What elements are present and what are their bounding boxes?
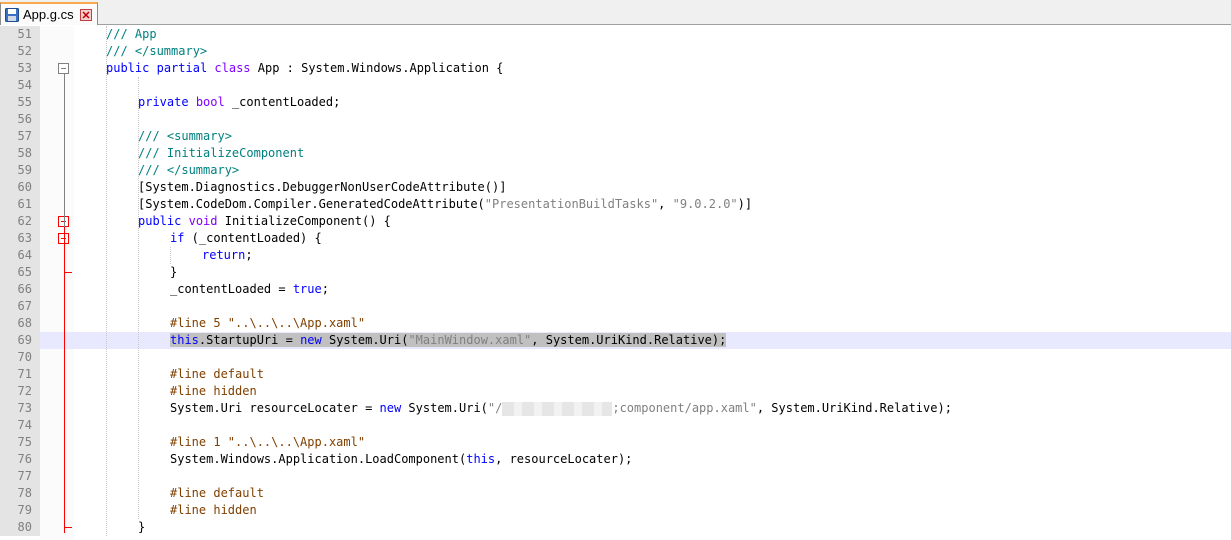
fold-end-marker <box>64 272 72 273</box>
line-number: 73 <box>0 400 40 417</box>
line-number: 76 <box>0 451 40 468</box>
code-text: #line default <box>170 486 264 500</box>
fold-toggle-icon[interactable] <box>58 63 69 74</box>
code-text: System.Uri resourceLocater = new System.… <box>170 401 952 416</box>
redacted-text <box>502 401 613 416</box>
code-line[interactable]: 56 <box>0 111 1231 128</box>
code-text: if (_contentLoaded) { <box>170 231 322 245</box>
code-text: /// </summary> <box>138 163 240 177</box>
tab-bar: App.g.cs <box>0 0 1231 25</box>
code-text: /// <summary> <box>138 129 232 143</box>
code-text: #line hidden <box>170 503 257 517</box>
line-number: 58 <box>0 145 40 162</box>
line-number: 62 <box>0 213 40 230</box>
code-line[interactable]: 70 <box>0 349 1231 366</box>
code-line[interactable]: 75 #line 1 "..\..\..\App.xaml" <box>0 434 1231 451</box>
code-line[interactable]: 80} <box>0 519 1231 536</box>
line-number: 65 <box>0 264 40 281</box>
line-number: 57 <box>0 128 40 145</box>
code-line[interactable]: 79 #line hidden <box>0 502 1231 519</box>
code-line[interactable]: 67 <box>0 298 1231 315</box>
code-line[interactable]: 51 /// App <box>0 26 1231 43</box>
code-text: /// </summary> <box>106 44 208 58</box>
line-number: 56 <box>0 111 40 128</box>
line-number: 74 <box>0 417 40 434</box>
selection: this.StartupUri = new System.Uri("MainWi… <box>170 333 727 347</box>
line-number: 59 <box>0 162 40 179</box>
line-number: 61 <box>0 196 40 213</box>
code-text: /// App <box>106 27 157 41</box>
code-line[interactable]: 69 this.StartupUri = new System.Uri("Main… <box>0 332 1231 349</box>
line-number: 69 <box>0 332 40 349</box>
line-number: 71 <box>0 366 40 383</box>
line-number: 77 <box>0 468 40 485</box>
code-line[interactable]: 59 /// </summary> <box>0 162 1231 179</box>
code-text: #line default <box>170 367 264 381</box>
code-line[interactable]: 76 System.Windows.Application.LoadCompone… <box>0 451 1231 468</box>
code-line[interactable]: 73 System.Uri resourceLocater = new Syste… <box>0 400 1231 417</box>
line-number: 75 <box>0 434 40 451</box>
code-line[interactable]: 63 if (_contentLoaded) { <box>0 230 1231 247</box>
code-text: return; <box>202 248 253 262</box>
line-number: 79 <box>0 502 40 519</box>
code-line[interactable]: 57 /// <summary> <box>0 128 1231 145</box>
line-number: 55 <box>0 94 40 111</box>
line-number: 53 <box>0 60 40 77</box>
code-line[interactable]: 54 <box>0 77 1231 94</box>
fold-end-marker <box>64 527 72 528</box>
code-line[interactable]: 62 public void InitializeComponent() { <box>0 213 1231 230</box>
line-number: 70 <box>0 349 40 366</box>
line-number: 63 <box>0 230 40 247</box>
code-line[interactable]: 53 public partial class App : System.Wind… <box>0 60 1231 77</box>
tab-app-g-cs[interactable]: App.g.cs <box>0 2 98 25</box>
save-disk-icon <box>5 7 19 22</box>
code-line[interactable]: 78 #line default <box>0 485 1231 502</box>
code-line[interactable]: 68 #line 5 "..\..\..\App.xaml" <box>0 315 1231 332</box>
indent-guide <box>170 247 171 264</box>
code-line[interactable]: 60 [System.Diagnostics.DebuggerNonUserCod… <box>0 179 1231 196</box>
code-text: } <box>170 265 178 279</box>
code-editor[interactable]: 51 /// App 52 /// </summary> 53 public partia… <box>0 26 1231 540</box>
code-text: #line 5 "..\..\..\App.xaml" <box>170 316 366 330</box>
code-text: #line hidden <box>170 384 257 398</box>
line-number: 51 <box>0 26 40 43</box>
line-number: 66 <box>0 281 40 298</box>
indent-guide <box>106 26 107 536</box>
code-text: [System.Diagnostics.DebuggerNonUserCodeA… <box>138 180 507 194</box>
code-line[interactable]: 66 _contentLoaded = true; <box>0 281 1231 298</box>
indent-guide <box>138 77 139 519</box>
line-number: 80 <box>0 519 40 536</box>
tab-label: App.g.cs <box>23 7 74 22</box>
code-line[interactable]: 77 <box>0 468 1231 485</box>
code-text: this.StartupUri = new System.Uri("MainWi… <box>170 332 727 349</box>
close-icon[interactable] <box>79 8 92 21</box>
line-number: 64 <box>0 247 40 264</box>
code-text: /// InitializeComponent <box>138 146 305 160</box>
fold-scope-line <box>64 74 65 227</box>
code-text: [System.CodeDom.Compiler.GeneratedCodeAt… <box>138 197 753 211</box>
code-line[interactable]: 55 private bool _contentLoaded; <box>0 94 1231 111</box>
code-text: public partial class App : System.Window… <box>106 61 504 75</box>
code-line[interactable]: 58 /// InitializeComponent <box>0 145 1231 162</box>
code-text: public void InitializeComponent() { <box>138 214 391 228</box>
code-text: } <box>138 520 146 534</box>
line-number: 68 <box>0 315 40 332</box>
code-line[interactable]: 72 #line hidden <box>0 383 1231 400</box>
line-number: 54 <box>0 77 40 94</box>
code-text: _contentLoaded = true; <box>170 282 329 296</box>
code-line[interactable]: 52 /// </summary> <box>0 43 1231 60</box>
line-number: 60 <box>0 179 40 196</box>
code-text: #line 1 "..\..\..\App.xaml" <box>170 435 366 449</box>
line-number: 78 <box>0 485 40 502</box>
code-line[interactable]: 61 [System.CodeDom.Compiler.GeneratedCode… <box>0 196 1231 213</box>
code-text: private bool _contentLoaded; <box>138 95 341 109</box>
line-number: 72 <box>0 383 40 400</box>
line-number: 52 <box>0 43 40 60</box>
code-line[interactable]: 71 #line default <box>0 366 1231 383</box>
code-text: System.Windows.Application.LoadComponent… <box>170 452 633 466</box>
code-line[interactable]: 64 return; <box>0 247 1231 264</box>
code-line[interactable]: 74 <box>0 417 1231 434</box>
code-line[interactable]: 65} <box>0 264 1231 281</box>
line-number: 67 <box>0 298 40 315</box>
